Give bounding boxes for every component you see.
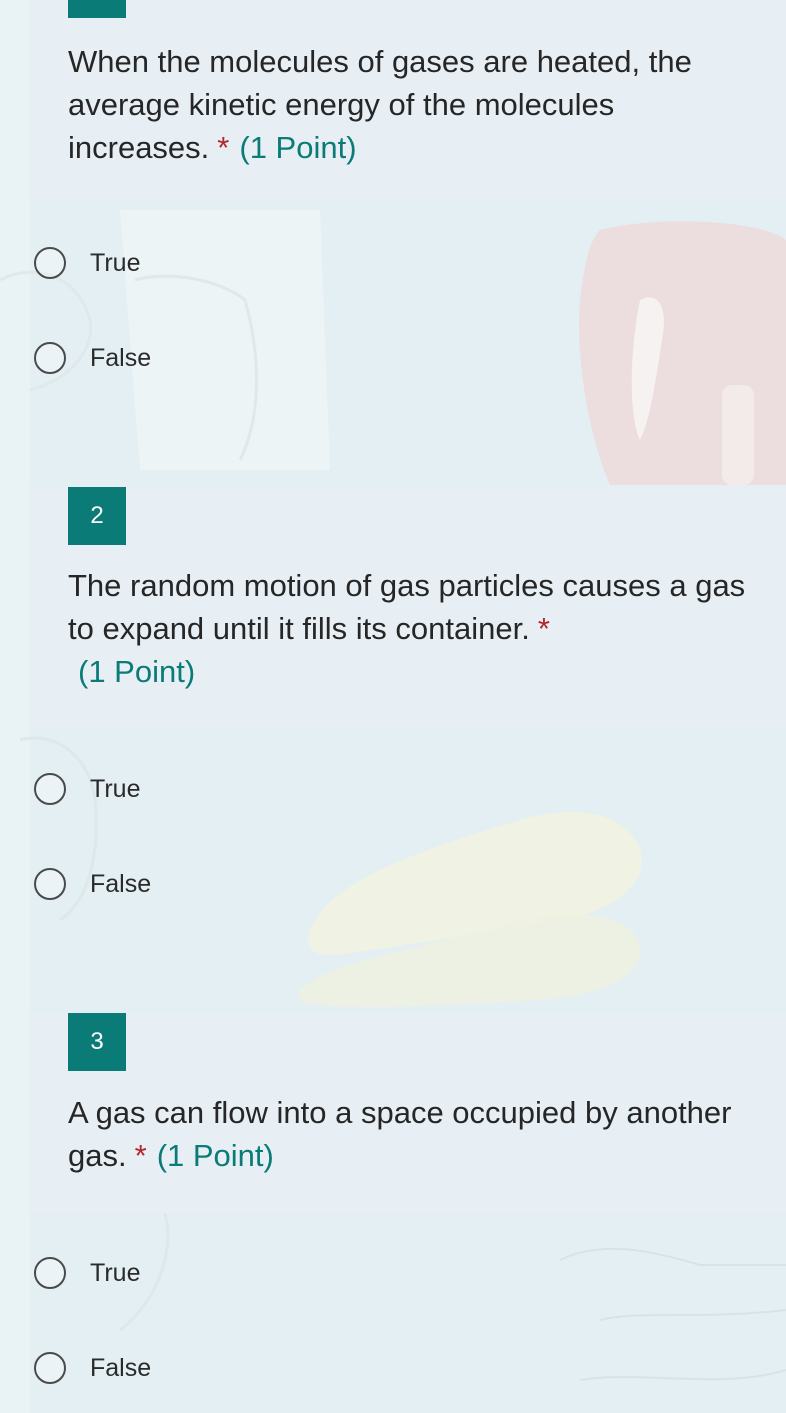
question-number-1 (68, 0, 126, 18)
question-2-option-false[interactable]: False (34, 864, 151, 904)
question-points: (1 Point) (239, 130, 357, 165)
option-label: False (90, 869, 152, 898)
question-1-option-false[interactable]: False (34, 338, 151, 378)
radio-button[interactable] (34, 1257, 66, 1289)
radio-button[interactable] (34, 247, 66, 279)
question-number-2: 2 (68, 487, 126, 545)
question-1-option-true[interactable]: True (34, 243, 140, 283)
question-3-option-true[interactable]: True (34, 1253, 140, 1293)
radio-button[interactable] (34, 342, 66, 374)
radio-button[interactable] (34, 773, 66, 805)
question-card-2: 2 The random motion of gas particles cau… (30, 487, 786, 730)
question-number-3: 3 (68, 1013, 126, 1071)
required-asterisk: * (537, 611, 550, 646)
option-label: False (90, 1353, 152, 1382)
radio-button[interactable] (34, 1352, 66, 1384)
question-text-2: The random motion of gas particles cause… (68, 564, 748, 693)
question-2-option-true[interactable]: True (34, 769, 140, 809)
option-label: True (90, 774, 141, 803)
question-text-3: A gas can flow into a space occupied by … (68, 1091, 748, 1177)
question-card-1: When the molecules of gases are heated, … (30, 0, 786, 200)
option-label: False (90, 343, 152, 372)
question-prompt: The random motion of gas particles cause… (68, 568, 746, 646)
option-label: True (90, 248, 141, 277)
question-prompt: When the molecules of gases are heated, … (68, 44, 692, 165)
question-card-3: 3 A gas can flow into a space occupied b… (30, 1013, 786, 1213)
radio-button[interactable] (34, 868, 66, 900)
required-asterisk: * (134, 1138, 147, 1173)
question-points: (1 Point) (78, 654, 196, 689)
question-3-option-false[interactable]: False (34, 1348, 151, 1388)
required-asterisk: * (217, 130, 230, 165)
option-label: True (90, 1258, 141, 1287)
question-text-1: When the molecules of gases are heated, … (68, 40, 748, 169)
question-points: (1 Point) (156, 1138, 274, 1173)
